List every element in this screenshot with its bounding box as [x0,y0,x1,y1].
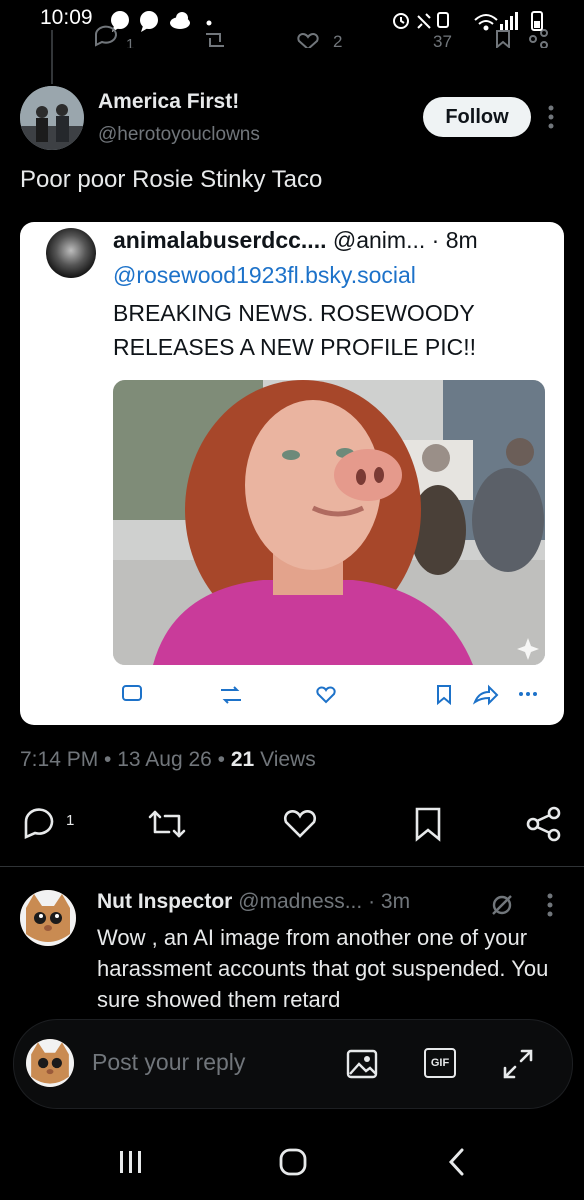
reply-age: · 3m [368,890,411,913]
reply-header: Nut Inspector @madness... · 3m [97,890,410,914]
author-avatar[interactable] [20,86,84,150]
gif-icon[interactable]: GIF [424,1048,456,1078]
home-icon[interactable] [278,1147,308,1177]
tweet-meta: 7:14 PM • 13 Aug 26 • 21 Views [20,748,316,771]
reply-icon[interactable] [22,806,62,840]
composer-avatar [26,1039,74,1087]
embedded-age: · 8m [431,227,478,253]
system-nav-bar [0,1130,584,1200]
prev-reply-icon [95,25,117,47]
author-name[interactable]: America First! [98,90,239,114]
recent-apps-icon[interactable] [117,1148,145,1176]
embedded-post-image[interactable]: animalabuserdcc.... @anim... · 8m @rosew… [20,222,564,725]
back-icon[interactable] [446,1147,468,1177]
repost-icon[interactable] [146,808,188,840]
embedded-photo [113,380,545,665]
reply-more-options-icon[interactable] [545,892,555,918]
status-icons: 1 2 37 [88,4,578,48]
signal-icon [500,12,518,30]
embedded-bookmark-icon [437,685,451,706]
more-options-icon[interactable] [546,104,556,130]
grok-icon[interactable] [489,892,515,918]
thread-line [51,30,53,84]
embedded-avatar [46,228,96,278]
prev-bookmark-icon [496,30,510,48]
tweet-date: 13 Aug 26 [117,748,212,771]
sim-icon [437,12,449,28]
reply-avatar[interactable] [20,890,76,946]
alarm-icon [393,13,409,29]
prev-reply-count: 1 [126,36,134,48]
tweet-action-row: 1 [0,798,584,848]
share-icon[interactable] [526,806,562,842]
reply-handle[interactable]: @madness... [238,890,362,913]
prev-views-count: 37 [433,32,452,48]
embedded-repost-icon [221,686,241,704]
tweet-time: 7:14 PM [20,748,99,771]
prev-like-count: 2 [333,32,342,48]
messenger-icon [140,11,158,32]
reply-text: Wow , an AI image from another one of yo… [97,925,549,1012]
tweet-views-label: Views [260,748,316,771]
tweet-text: Poor poor Rosie Stinky Taco [20,166,323,193]
embedded-more-icon [519,692,537,696]
embedded-header: animalabuserdcc.... @anim... · 8m [113,227,478,254]
embedded-body: BREAKING NEWS. ROSEWOODY RELEASES A NEW … [113,300,477,360]
expand-icon[interactable] [500,1046,536,1082]
prev-share-icon [529,29,548,48]
bookmark-icon[interactable] [412,806,444,842]
follow-button[interactable]: Follow [423,97,531,137]
reply-name[interactable]: Nut Inspector [97,890,232,913]
embedded-handle: @anim... [332,227,426,253]
embedded-actions [113,680,545,710]
divider [0,866,584,867]
status-time: 10:09 [40,6,93,29]
battery-icon [531,11,543,31]
tweet-views-count: 21 [230,748,255,771]
embedded-like-icon [316,686,336,704]
wifi-icon [474,14,498,31]
embedded-name: animalabuserdcc.... [113,227,327,253]
image-icon[interactable] [345,1048,379,1080]
mute-icon [417,13,431,29]
like-icon[interactable] [282,808,318,840]
author-handle[interactable]: @herotoyouclowns [98,124,260,146]
embedded-reply-icon [122,685,142,701]
embedded-share-icon [472,684,499,706]
dot-icon [206,20,212,26]
reply-input[interactable]: Post your reply [92,1049,245,1076]
cloud-icon [170,12,190,29]
prev-repost-icon [206,33,224,47]
embedded-mention: @rosewood1923fl.bsky.social [113,262,416,288]
prev-like-icon [297,33,319,48]
reply-count: 1 [66,812,75,829]
